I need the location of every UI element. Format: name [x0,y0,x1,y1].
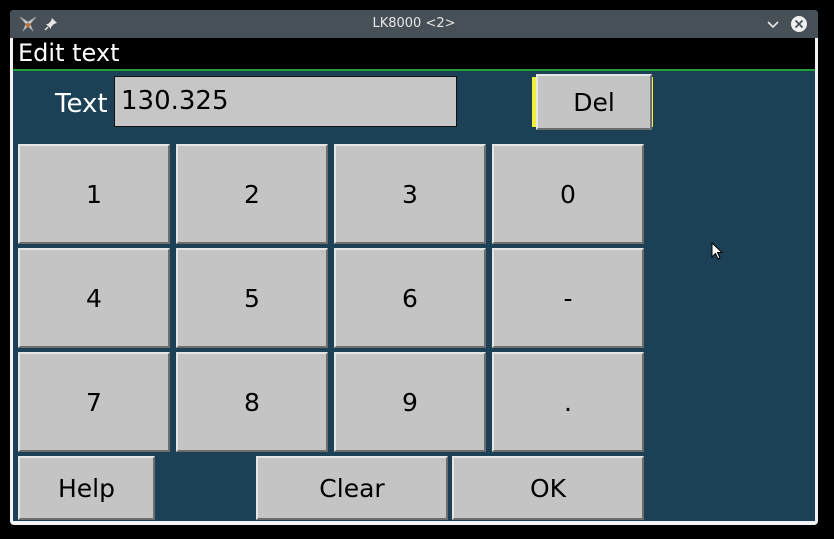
key-dot-button[interactable]: . [492,352,644,452]
window-titlebar[interactable]: LK8000 <2> [10,10,818,38]
close-icon[interactable] [790,15,808,33]
key-minus-button[interactable]: - [492,248,644,348]
window-title: LK8000 <2> [372,16,456,31]
text-input[interactable] [114,76,457,127]
mouse-cursor-icon [711,242,724,260]
dialog-client-area: Edit text Text Del 1 2 3 0 4 5 6 - 7 8 9… [13,38,815,521]
key-2-button[interactable]: 2 [176,144,328,244]
dialog-title: Edit text [18,39,120,67]
app-window: LK8000 <2> Edit text Text Del 1 2 3 0 4 … [10,10,818,525]
key-8-button[interactable]: 8 [176,352,328,452]
ok-button[interactable]: OK [452,456,644,520]
key-6-button[interactable]: 6 [334,248,486,348]
help-button[interactable]: Help [18,456,155,520]
chevron-down-icon[interactable] [766,17,780,31]
key-1-button[interactable]: 1 [18,144,170,244]
key-0-button[interactable]: 0 [492,144,644,244]
key-7-button[interactable]: 7 [18,352,170,452]
dialog-header: Edit text [13,38,815,71]
clear-button[interactable]: Clear [256,456,448,520]
del-button[interactable]: Del [536,74,652,130]
key-3-button[interactable]: 3 [334,144,486,244]
key-9-button[interactable]: 9 [334,352,486,452]
text-label: Text [55,89,108,119]
key-4-button[interactable]: 4 [18,248,170,348]
key-5-button[interactable]: 5 [176,248,328,348]
